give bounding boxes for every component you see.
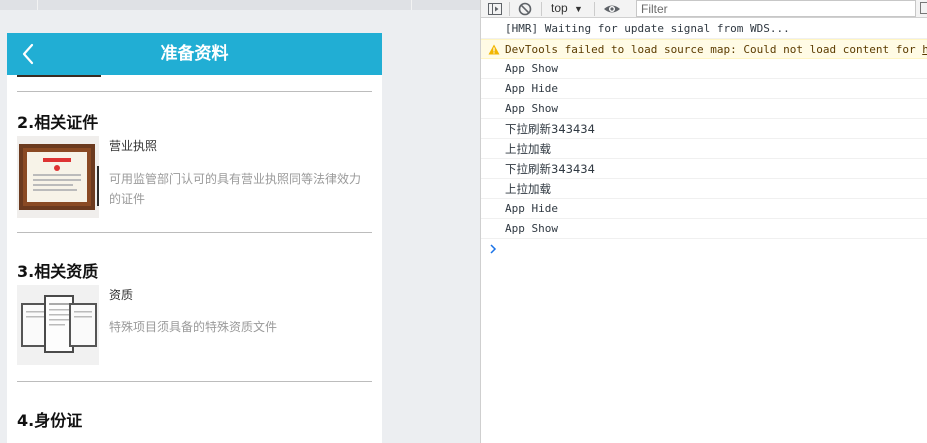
eye-icon[interactable] (603, 1, 621, 17)
console-message: [HMR] Waiting for update signal from WDS… (481, 19, 927, 39)
console-message: App Show (481, 99, 927, 119)
console-prompt[interactable] (481, 239, 927, 259)
simulator-area: 准备资料 2.相关证件 营业执照 可用监管部门认可的具有营业执照同等法律效力的证… (0, 0, 480, 443)
prompt-chevron-icon (490, 244, 497, 254)
message-text: App Show (505, 222, 558, 235)
message-text: 上拉加载 (505, 182, 551, 196)
source-map-link[interactable]: ht (922, 43, 927, 56)
warning-icon (488, 44, 500, 55)
toolbar-separator (594, 2, 595, 16)
toolbar-separator (509, 2, 510, 16)
item-desc-business-license: 可用监管部门认可的具有营业执照同等法律效力的证件 (109, 172, 362, 206)
screen: 准备资料 2.相关证件 营业执照 可用监管部门认可的具有营业执照同等法律效力的证… (0, 0, 927, 443)
item-desc-qualification: 特殊项目须具备的特殊资质文件 (109, 320, 278, 334)
console-messages[interactable]: [HMR] Waiting for update signal from WDS… (481, 19, 927, 259)
message-text: App Show (505, 102, 558, 115)
dropdown-arrow-icon: ▼ (574, 4, 583, 14)
phone-screen: 准备资料 2.相关证件 营业执照 可用监管部门认可的具有营业执照同等法律效力的证… (7, 33, 382, 443)
console-message: 下拉刷新343434 (481, 159, 927, 179)
section-title-qualifications: 3.相关资质 (17, 262, 99, 281)
business-license-frame-image (17, 136, 99, 218)
clear-console-icon[interactable] (517, 1, 533, 17)
section-title-id-card: 4.身份证 (17, 411, 83, 430)
console-message: App Show (481, 219, 927, 239)
strip-segment (38, 0, 412, 10)
console-message: 上拉加载 (481, 179, 927, 199)
divider (17, 381, 372, 382)
console-message: App Hide (481, 199, 927, 219)
strip-segment (0, 0, 38, 10)
message-text: 下拉刷新343434 (505, 122, 595, 136)
message-text: App Show (505, 62, 558, 75)
message-text: [HMR] Waiting for update signal from WDS… (505, 22, 790, 35)
message-text: App Hide (505, 82, 558, 95)
sidebar-toggle-icon[interactable] (487, 1, 503, 17)
message-text: DevTools failed to load source map: Coul… (505, 43, 923, 56)
qualification-thumbnail[interactable] (17, 285, 99, 365)
business-license-thumbnail[interactable] (17, 136, 99, 218)
console-message: App Show (481, 59, 927, 79)
devtools-panel: top ▼ [HMR] Waiting for update signal fr… (480, 0, 927, 443)
divider (17, 91, 372, 92)
message-text: 上拉加载 (505, 142, 551, 156)
toolbar-separator (541, 2, 542, 16)
console-message: App Hide (481, 79, 927, 99)
filter-input[interactable] (636, 0, 916, 17)
qualification-documents-image (17, 285, 99, 365)
message-text: 下拉刷新343434 (505, 162, 595, 176)
console-toolbar: top ▼ (481, 0, 927, 18)
message-text: App Hide (505, 202, 558, 215)
simulator-top-strip (0, 0, 480, 10)
divider (17, 232, 372, 233)
section-title-certificates: 2.相关证件 (17, 113, 99, 132)
item-name-business-license: 营业执照 (109, 139, 158, 153)
console-warning: DevTools failed to load source map: Coul… (481, 39, 927, 59)
page-title: 准备资料 (160, 44, 229, 64)
item-name-qualification: 资质 (109, 288, 134, 302)
previous-image-edge (17, 75, 101, 77)
context-label: top (551, 1, 568, 15)
settings-edge-icon[interactable] (920, 2, 927, 14)
console-message: 上拉加载 (481, 139, 927, 159)
context-selector[interactable]: top ▼ (551, 0, 583, 18)
navbar: 准备资料 (7, 33, 382, 75)
console-message: 下拉刷新343434 (481, 119, 927, 139)
